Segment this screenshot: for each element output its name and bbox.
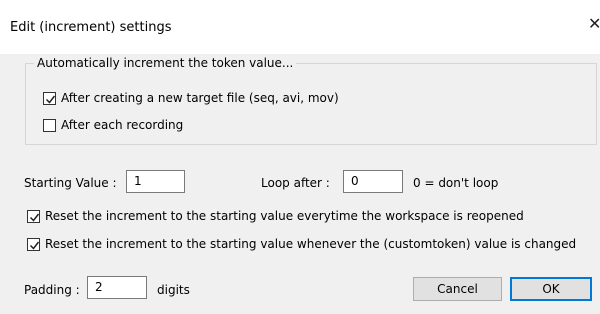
loop-hint: 0 = don't loop [413,176,499,190]
reset-on-token-change-checkbox[interactable] [27,238,40,251]
checkmark-icon [45,95,56,104]
loop-after-field[interactable]: 0 [343,170,403,193]
auto-increment-legend: Automatically increment the token value.… [34,56,297,70]
cancel-button[interactable]: Cancel [413,277,502,301]
dialog-title: Edit (increment) settings [10,20,172,35]
after-new-file-label: After creating a new target file (seq, a… [61,91,339,105]
reset-on-token-change-label: Reset the increment to the starting valu… [45,237,577,251]
checkmark-icon [29,213,40,222]
starting-value-label: Starting Value : [24,176,117,190]
starting-value-field[interactable]: 1 [126,170,185,193]
after-recording-checkbox[interactable] [43,119,56,132]
close-icon[interactable]: ✕ [588,14,600,34]
reset-on-reopen-checkbox[interactable] [27,210,40,223]
padding-label: Padding : [24,283,80,297]
loop-after-label: Loop after : [261,176,330,190]
after-recording-label: After each recording [61,118,184,132]
checkmark-icon [29,241,40,250]
padding-unit-label: digits [157,283,190,297]
dialog-titlebar: Edit (increment) settings ✕ [0,0,600,54]
padding-field[interactable]: 2 [87,276,147,299]
reset-on-reopen-label: Reset the increment to the starting valu… [45,209,524,223]
after-new-file-checkbox[interactable] [43,92,56,105]
ok-button[interactable]: OK [510,277,592,301]
